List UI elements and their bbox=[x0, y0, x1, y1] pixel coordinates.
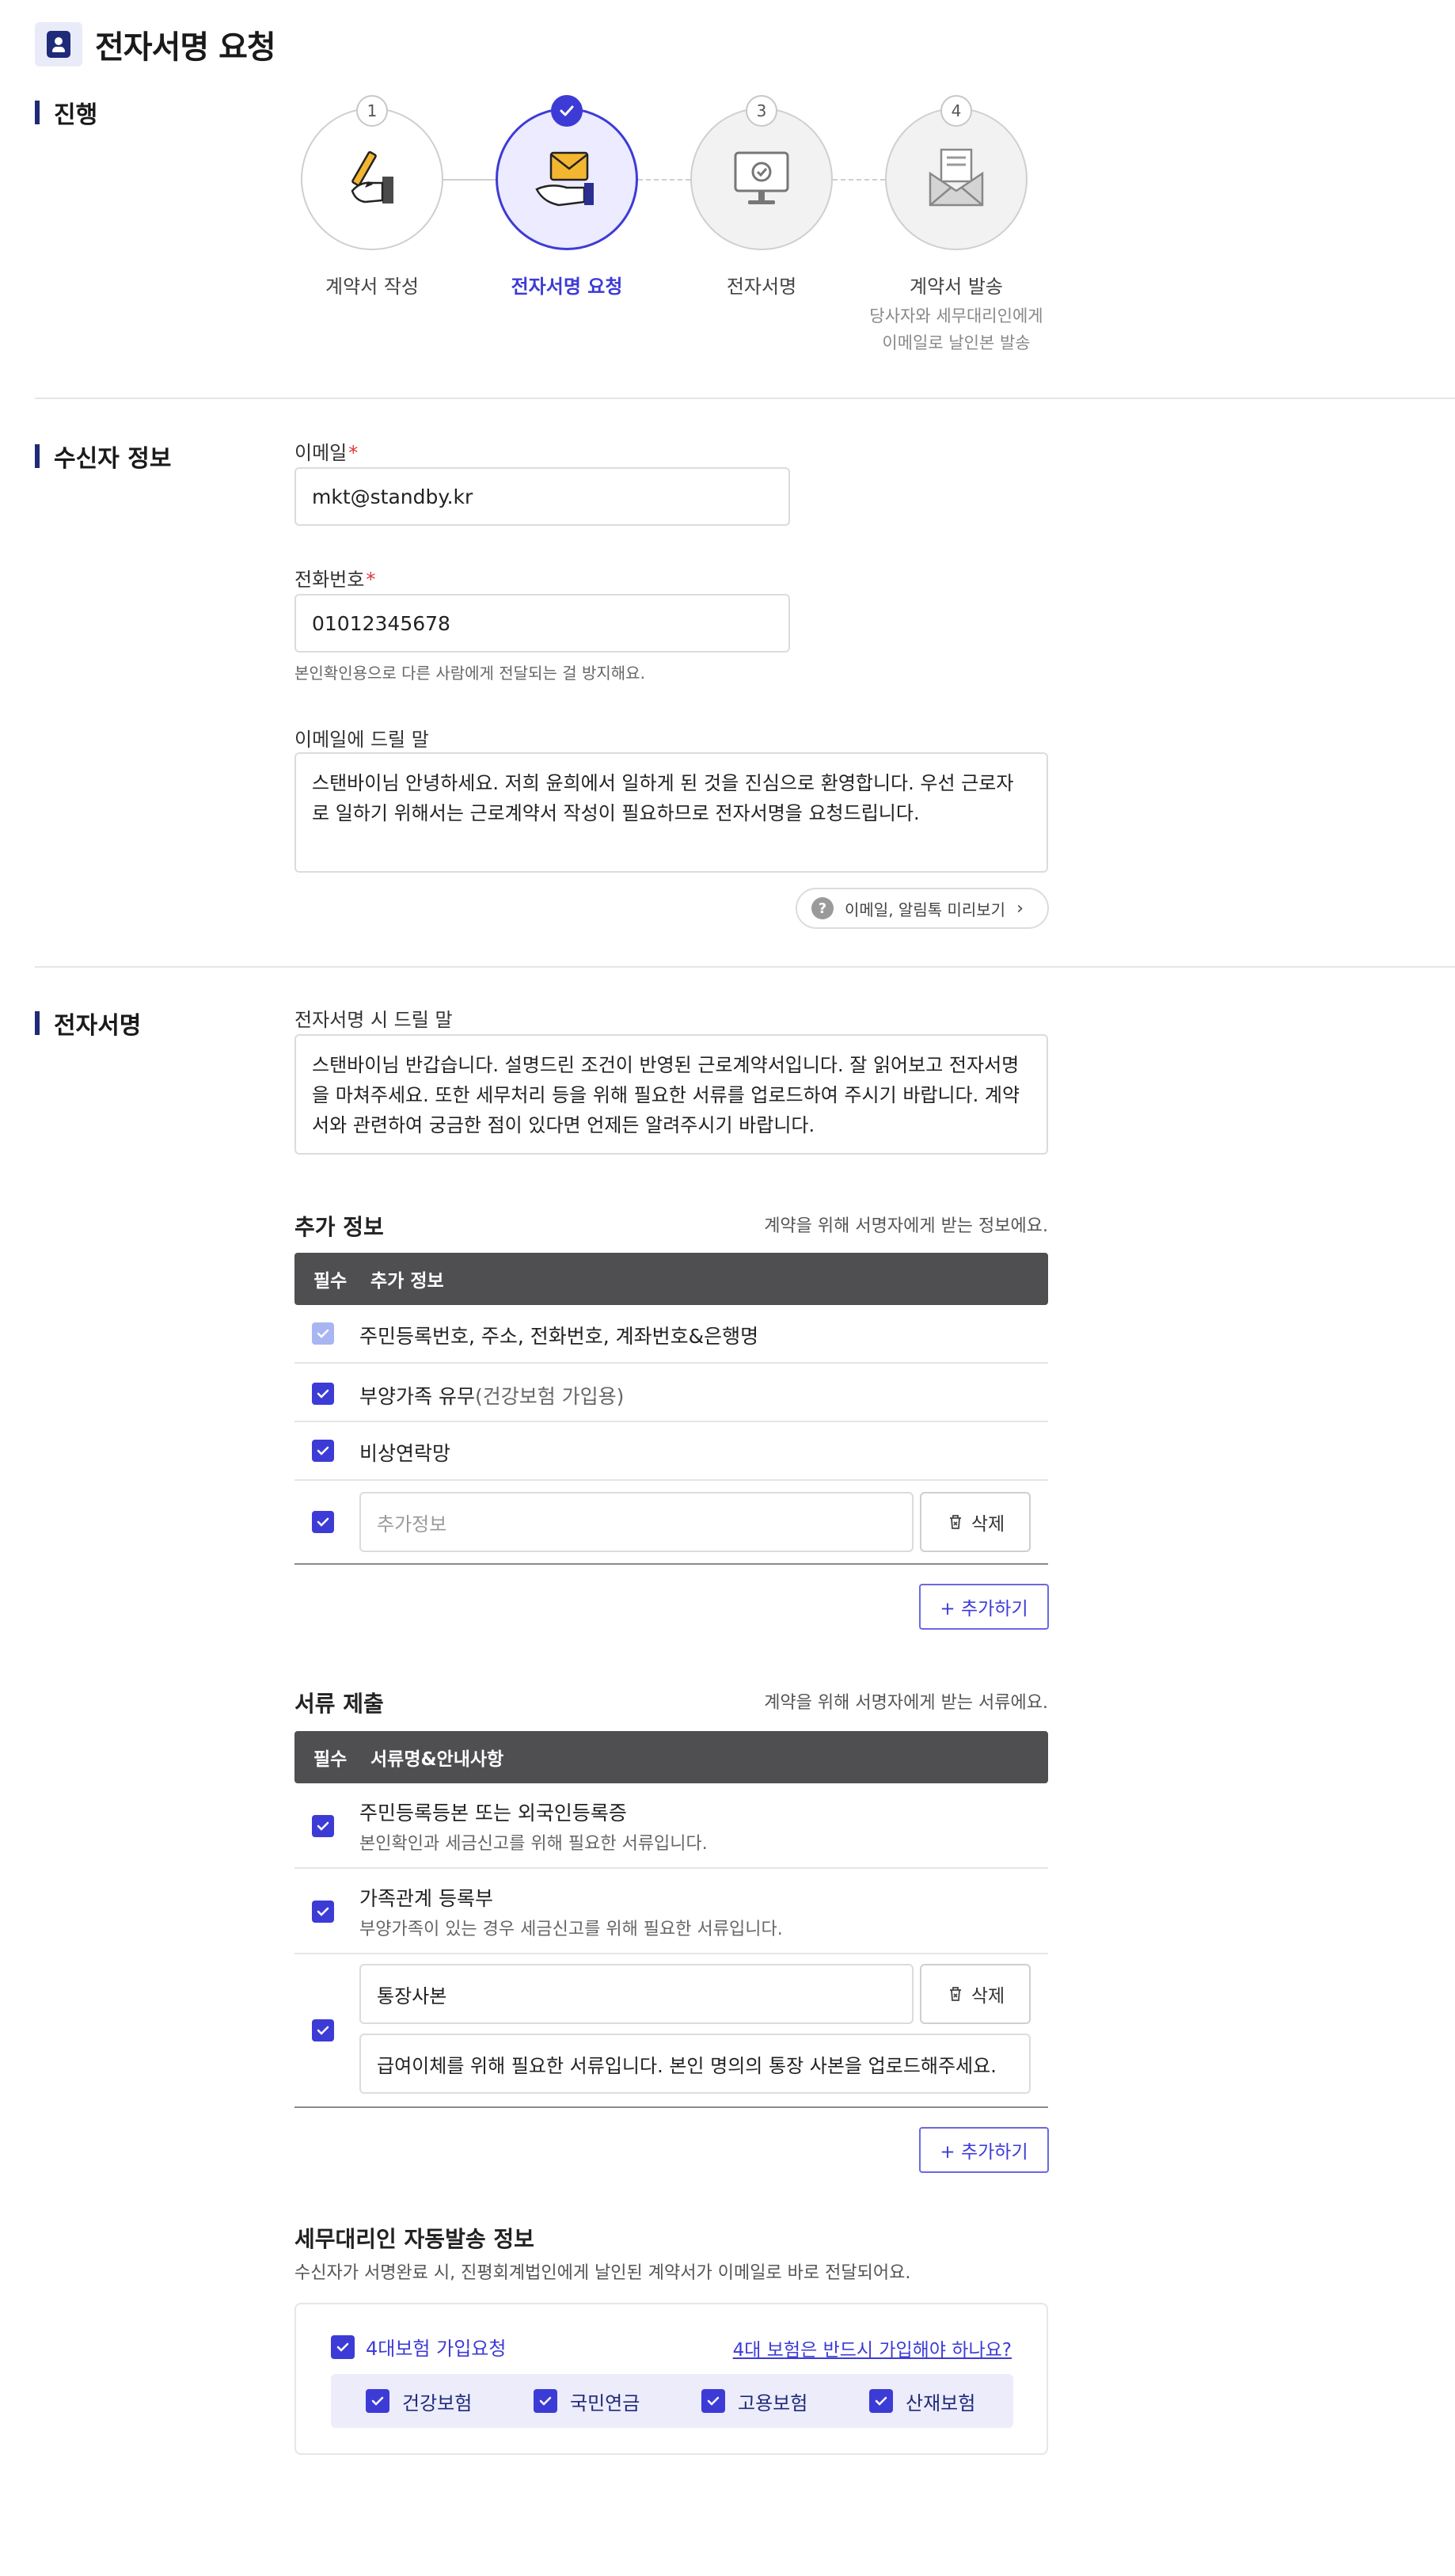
insurance-health-checkbox[interactable]: 건강보험 bbox=[331, 2388, 499, 2415]
email-message-textarea[interactable]: 스탠바이님 안녕하세요. 저희 윤희에서 일하게 된 것을 진심으로 환영합니다… bbox=[294, 752, 1048, 873]
mail-hand-icon bbox=[496, 108, 638, 250]
checkbox-icon bbox=[701, 2389, 725, 2413]
step-number: 4 bbox=[940, 95, 972, 127]
step-label: 계약서 발송 bbox=[909, 276, 1004, 298]
table-row: 비상연락망 bbox=[294, 1422, 1048, 1481]
tax-agent-title: 세무대리인 자동발송 정보 bbox=[294, 2226, 534, 2252]
envelope-doc-icon bbox=[885, 108, 1028, 250]
question-icon: ? bbox=[811, 897, 834, 919]
checkbox[interactable] bbox=[312, 1383, 334, 1405]
checkbox[interactable] bbox=[312, 1511, 334, 1533]
preview-button[interactable]: ? 이메일, 알림톡 미리보기 › bbox=[796, 888, 1049, 929]
step-description: 당사자와 세무대리인에게 이메일로 날인본 발송 bbox=[869, 306, 1043, 352]
tax-agent-desc: 수신자가 서명완료 시, 진평회계법인에게 날인된 계약서가 이메일로 바로 전… bbox=[294, 2263, 911, 2283]
insurance-options: 건강보험 국민연금 고용보험 산재보험 bbox=[331, 2374, 1013, 2428]
checkbox-icon bbox=[534, 2389, 557, 2413]
phone-helper-text: 본인확인용으로 다른 사람에게 전달되는 걸 방지해요. bbox=[294, 664, 645, 683]
delete-button[interactable]: 삭제 bbox=[920, 1964, 1031, 2024]
document-desc-input[interactable]: 급여이체를 위해 필요한 서류입니다. 본인 명의의 통장 사본을 업로드해주세… bbox=[359, 2034, 1031, 2094]
extra-info-input[interactable]: 추가정보 bbox=[359, 1492, 914, 1552]
checkbox-icon bbox=[366, 2389, 389, 2413]
chevron-right-icon: › bbox=[1016, 898, 1024, 919]
check-icon bbox=[551, 95, 583, 127]
sign-message-label: 전자서명 시 드릴 말 bbox=[294, 1009, 453, 1031]
step-label: 전자서명 요청 bbox=[511, 276, 623, 298]
email-message-label: 이메일에 드릴 말 bbox=[294, 729, 429, 751]
monitor-check-icon bbox=[690, 108, 833, 250]
progress-stepper: 1 계약서 작성 전자서명 요청 3 전자서명 4 계약서 발송 당사자와 세무… bbox=[301, 95, 1043, 364]
trash-icon bbox=[949, 1987, 961, 2001]
documents-note: 계약을 위해 서명자에게 받는 서류에요. bbox=[764, 1693, 1048, 1713]
extra-info-title: 추가 정보 bbox=[294, 1214, 384, 1240]
contract-person-icon bbox=[35, 22, 82, 67]
page-title: 전자서명 요청 bbox=[95, 29, 276, 66]
extra-info-note: 계약을 위해 서명자에게 받는 정보에요. bbox=[764, 1216, 1048, 1236]
checkbox[interactable] bbox=[312, 1815, 334, 1837]
insurance-request-checkbox[interactable]: 4대보험 가입요청 bbox=[331, 2333, 506, 2361]
documents-table-header: 필수 서류명&안내사항 bbox=[294, 1731, 1048, 1783]
phone-field[interactable]: 01012345678 bbox=[294, 594, 790, 653]
table-row: 주민등록번호, 주소, 전화번호, 계좌번호&은행명 bbox=[294, 1305, 1048, 1364]
step-label: 전자서명 bbox=[726, 276, 797, 298]
checkbox[interactable] bbox=[312, 1440, 334, 1462]
add-extra-info-button[interactable]: + 추가하기 bbox=[919, 1584, 1049, 1630]
document-name-input[interactable]: 통장사본 bbox=[359, 1964, 914, 2024]
table-row: 부양가족 유무(건강보험 가입용) bbox=[294, 1364, 1048, 1422]
table-row: 주민등록등본 또는 외국인등록증 본인확인과 세금신고를 위해 필요한 서류입니… bbox=[294, 1783, 1048, 1869]
page-header: 전자서명 요청 bbox=[35, 21, 276, 68]
email-field[interactable]: mkt@standby.kr bbox=[294, 467, 790, 526]
insurance-help-link[interactable]: 4대 보험은 반드시 가입해야 하나요? bbox=[733, 2334, 1012, 2361]
section-divider bbox=[35, 966, 1455, 968]
checkbox[interactable] bbox=[312, 1901, 334, 1923]
step-connector bbox=[638, 179, 690, 181]
checkbox-icon bbox=[869, 2389, 893, 2413]
table-row-custom: 추가정보 삭제 bbox=[294, 1481, 1048, 1565]
section-divider bbox=[35, 398, 1455, 399]
sign-message-textarea[interactable]: 스탠바이님 반갑습니다. 설명드린 조건이 반영된 근로계약서입니다. 잘 읽어… bbox=[294, 1034, 1048, 1155]
insurance-pension-checkbox[interactable]: 국민연금 bbox=[499, 2388, 667, 2415]
documents-title: 서류 제출 bbox=[294, 1691, 384, 1717]
step-connector bbox=[443, 179, 496, 181]
step-label: 계약서 작성 bbox=[325, 276, 420, 298]
email-label: 이메일* bbox=[294, 442, 359, 464]
step-connector bbox=[833, 179, 885, 181]
table-row-custom: 통장사본 삭제 급여이체를 위해 필요한 서류입니다. 본인 명의의 통장 사본… bbox=[294, 1954, 1048, 2108]
delete-button[interactable]: 삭제 bbox=[920, 1492, 1031, 1552]
extra-info-table-header: 필수 추가 정보 bbox=[294, 1253, 1048, 1305]
checkbox-icon bbox=[331, 2334, 355, 2359]
checkbox-disabled bbox=[312, 1322, 334, 1345]
insurance-industrial-checkbox[interactable]: 산재보험 bbox=[834, 2388, 1002, 2415]
table-row: 가족관계 등록부 부양가족이 있는 경우 세금신고를 위해 필요한 서류입니다. bbox=[294, 1869, 1048, 1954]
insurance-employment-checkbox[interactable]: 고용보험 bbox=[667, 2388, 834, 2415]
checkbox[interactable] bbox=[312, 2019, 334, 2041]
section-label-progress: 진행 bbox=[35, 95, 97, 130]
step-number: 3 bbox=[746, 95, 777, 127]
step-number: 1 bbox=[356, 95, 388, 127]
add-document-button[interactable]: + 추가하기 bbox=[919, 2127, 1049, 2173]
section-label-recipient: 수신자 정보 bbox=[35, 439, 171, 474]
trash-icon bbox=[949, 1515, 961, 1529]
section-label-esign: 전자서명 bbox=[35, 1006, 141, 1041]
insurance-box: 4대보험 가입요청 4대 보험은 반드시 가입해야 하나요? 건강보험 국민연금… bbox=[294, 2303, 1048, 2455]
phone-label: 전화번호* bbox=[294, 569, 376, 591]
pen-hand-icon bbox=[301, 108, 443, 250]
